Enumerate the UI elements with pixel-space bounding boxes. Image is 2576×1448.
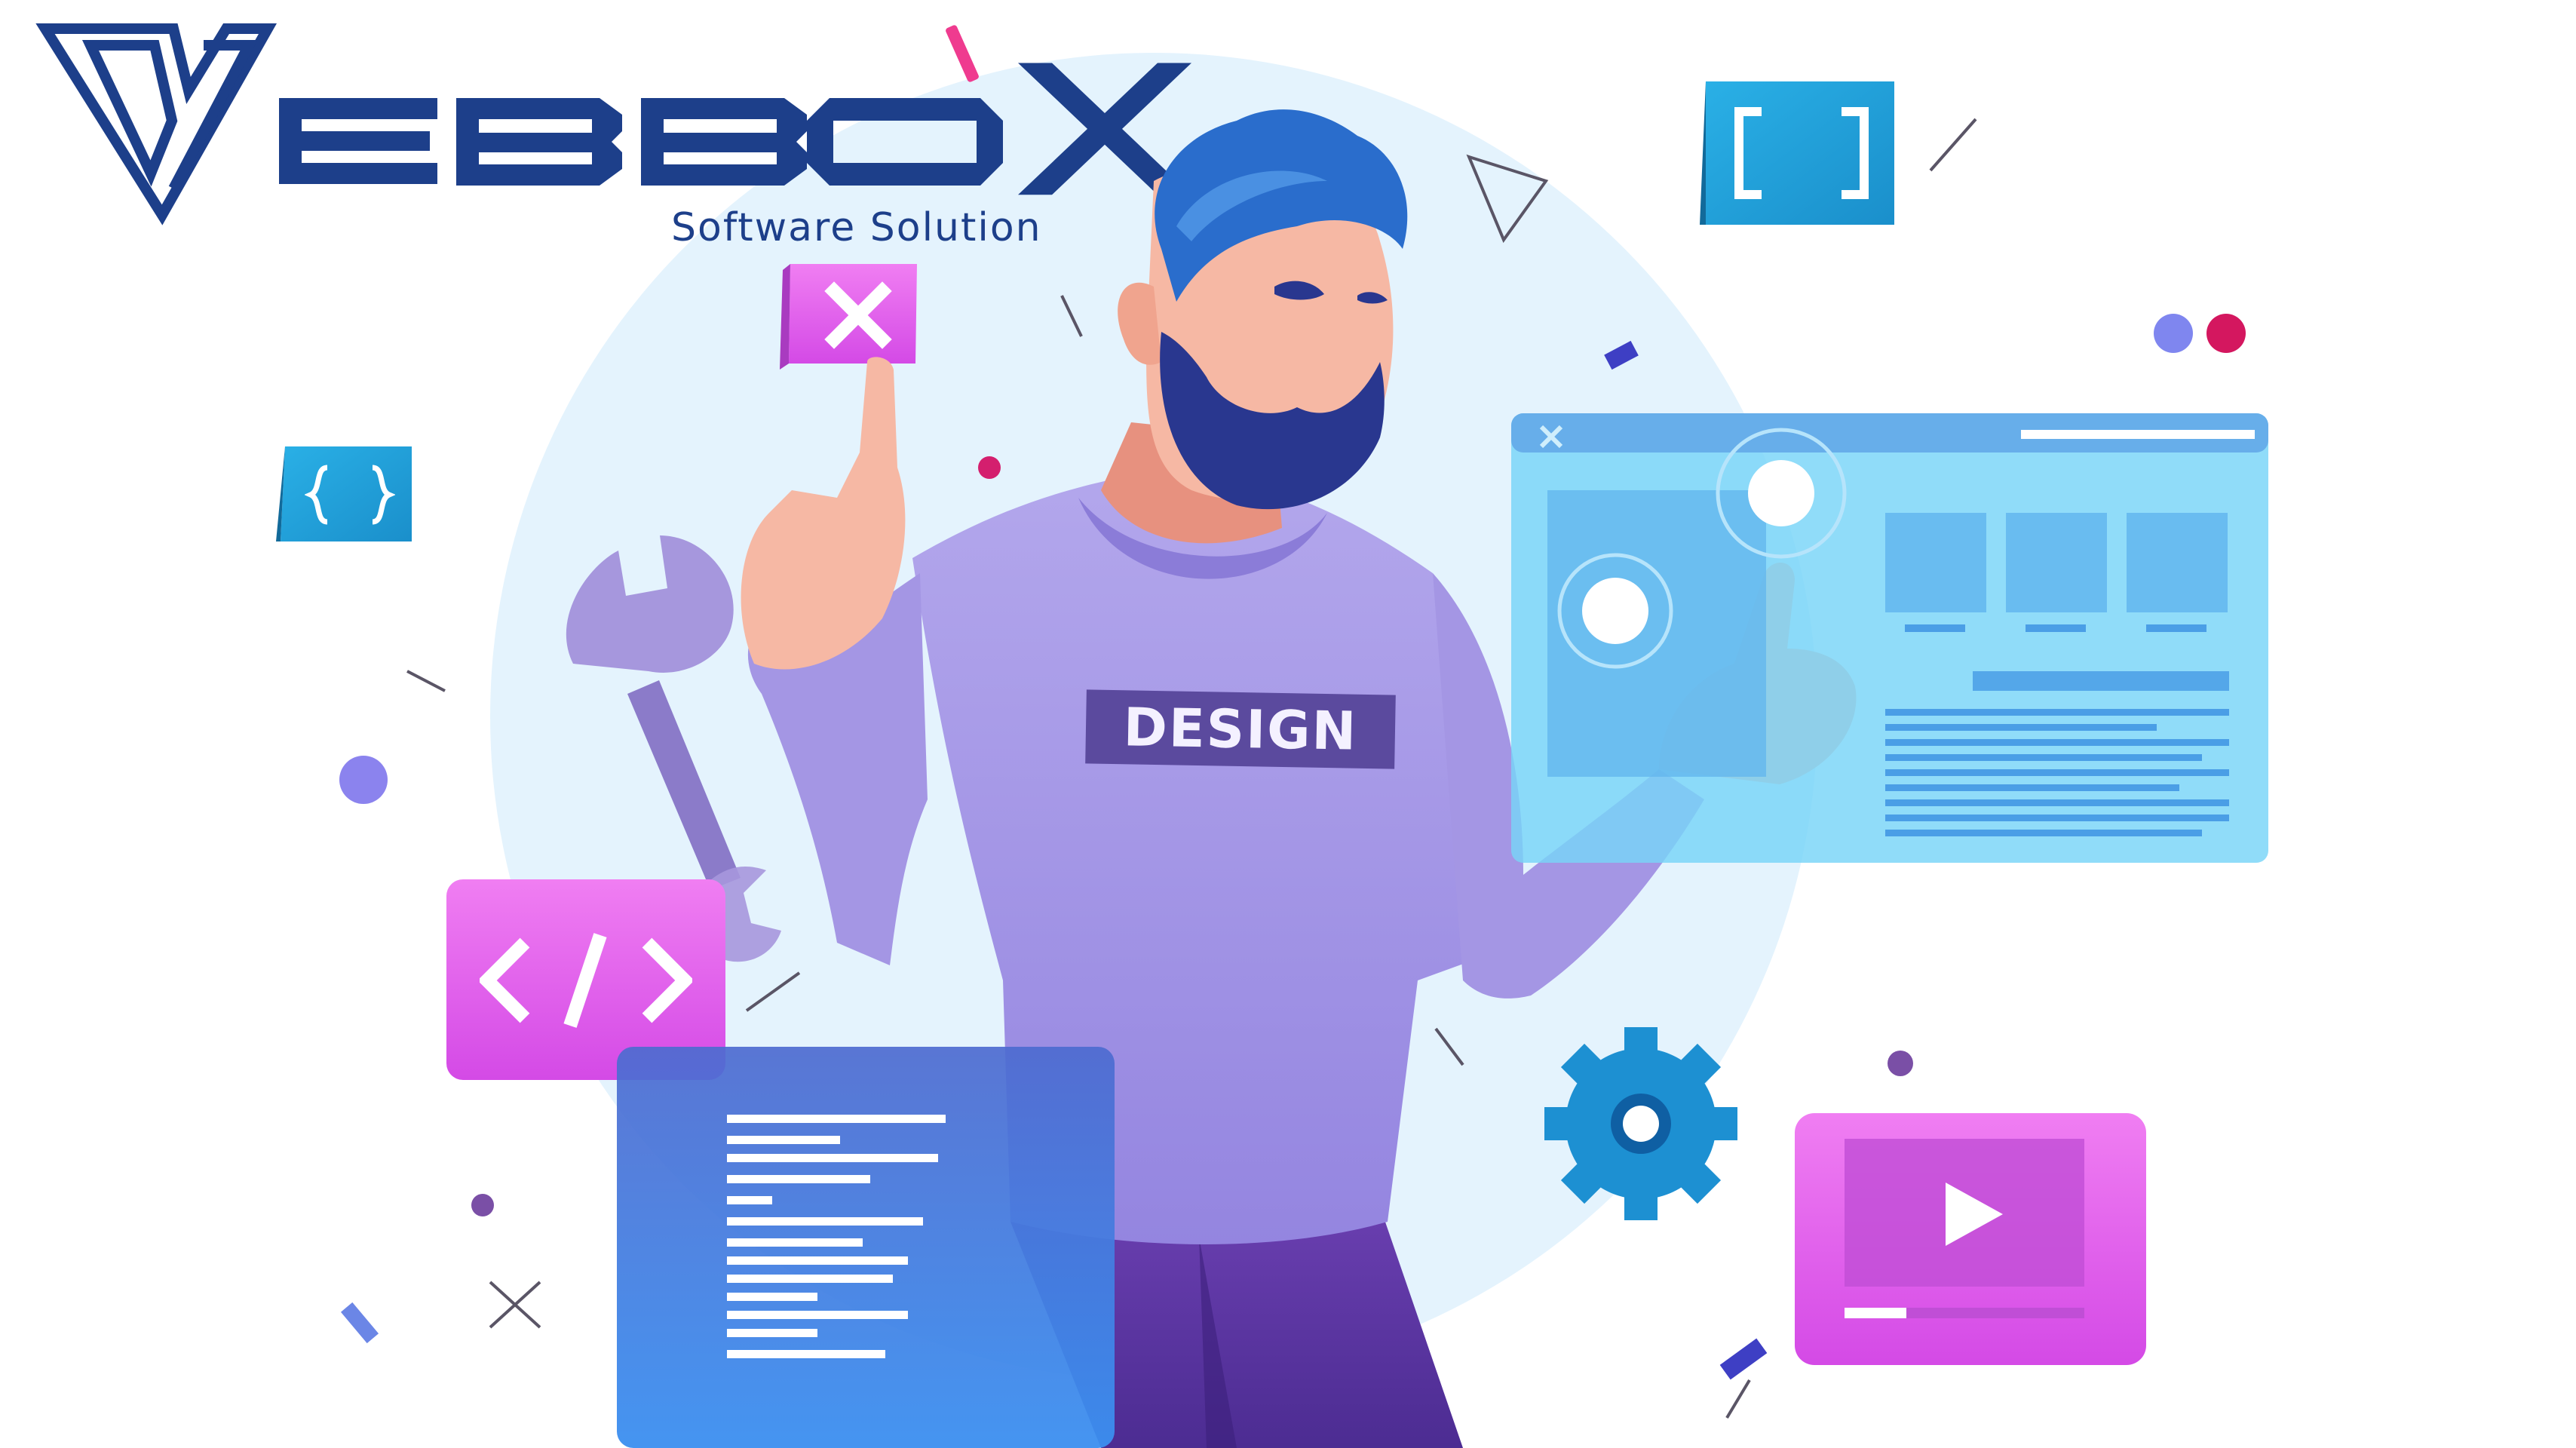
curly-braces-icon [304, 462, 396, 528]
close-icon [820, 278, 896, 353]
play-icon [1935, 1178, 2007, 1250]
window-close-icon [1538, 424, 1564, 449]
decor-dot [339, 756, 388, 804]
browser-panel [1511, 413, 2268, 863]
decor-dash [340, 1302, 379, 1344]
gear-icon [1544, 1027, 1737, 1220]
decor-dot [471, 1194, 494, 1216]
decor-dot [978, 456, 1001, 479]
decor-dot [1888, 1051, 1913, 1076]
illustration-scene: Software Solution DESIGN [0, 0, 2576, 1448]
square-brackets-icon [1731, 106, 1872, 201]
decor-pink-dash [946, 25, 979, 82]
code-panel [617, 1047, 1115, 1448]
code-icon [477, 928, 695, 1033]
brand-logo-mark [35, 23, 278, 225]
decor-dot [2206, 314, 2246, 353]
decor-dot [2154, 314, 2193, 353]
brand-tagline: Software Solution [671, 205, 1042, 250]
shirt-design-label: DESIGN [1123, 696, 1358, 762]
decor-dash [1719, 1338, 1768, 1380]
